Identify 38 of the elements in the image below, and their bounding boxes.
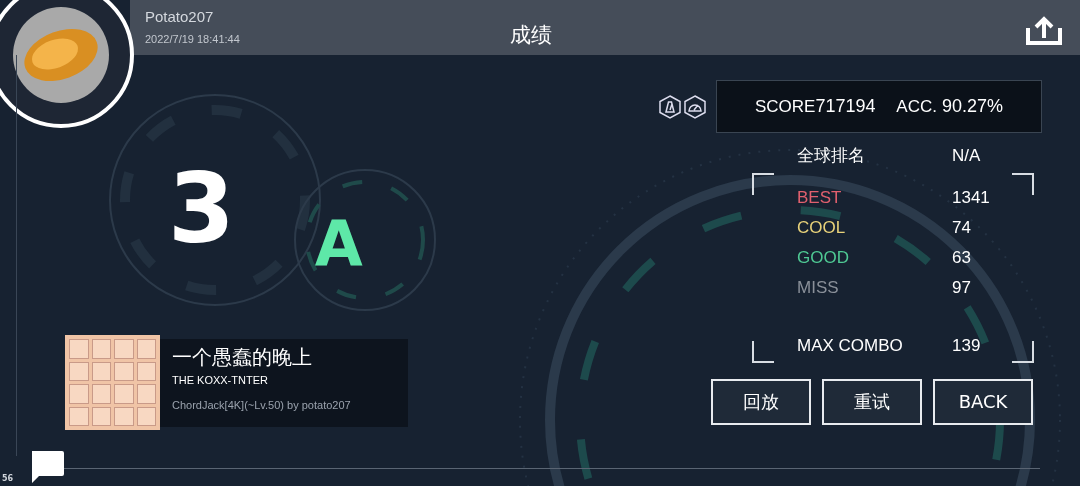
max-combo-value: 139 <box>952 335 981 357</box>
judgement-count: 1341 <box>952 186 990 209</box>
gauge-icon <box>683 94 707 119</box>
accuracy-label: ACC. <box>896 95 937 118</box>
judgement-label: GOOD <box>797 246 850 269</box>
accuracy-value: 90.27% <box>941 95 1003 118</box>
score-label: SCORE <box>755 95 816 118</box>
corner-bracket <box>1012 172 1034 195</box>
song-artist: THE KOXX-TNTER <box>172 373 269 388</box>
fps-counter: 56 <box>2 473 14 485</box>
chat-button[interactable] <box>29 450 65 484</box>
judgement-label: MISS <box>797 276 840 299</box>
song-title: 一个愚蠢的晚上 <box>172 345 313 370</box>
speech-bubble-icon <box>29 450 65 484</box>
corner-bracket <box>1012 340 1034 363</box>
upload-icon <box>1025 16 1063 46</box>
score-value: 717194 <box>815 95 876 118</box>
page-title: 成绩 <box>510 22 552 49</box>
rank-number: 3 <box>168 161 235 267</box>
share-button[interactable] <box>1025 16 1063 46</box>
judgement-count: 74 <box>952 216 971 239</box>
judgement-count: 97 <box>952 276 971 299</box>
global-rank-value: N/A <box>952 145 981 167</box>
grade-letter: A <box>314 213 363 282</box>
play-time: 2022/7/19 18:41:44 <box>145 31 241 47</box>
corner-bracket <box>752 340 774 363</box>
judgement-count: 63 <box>952 246 971 269</box>
chart-info: ChordJack[4K](~Lv.50) by potato207 <box>172 397 352 413</box>
judgement-label: BEST <box>797 186 843 209</box>
metronome-icon <box>658 94 682 119</box>
player-name: Potato207 <box>145 7 215 27</box>
corner-bracket <box>752 172 774 195</box>
action-button[interactable]: 重试 <box>822 378 922 425</box>
max-combo-label: MAX COMBO <box>797 335 904 357</box>
global-rank-label: 全球排名 <box>797 144 866 167</box>
action-button[interactable]: BACK <box>933 378 1033 425</box>
judgement-label: COOL <box>797 216 847 239</box>
action-button[interactable]: 回放 <box>711 378 811 425</box>
